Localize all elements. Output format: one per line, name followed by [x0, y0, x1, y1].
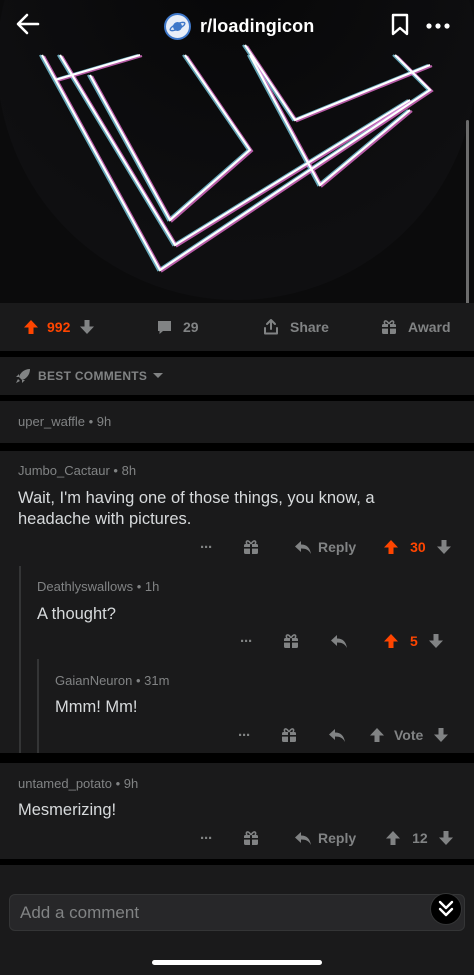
share-button[interactable]: Share: [262, 303, 329, 351]
share-icon: [264, 319, 278, 335]
more-icon[interactable]: ···: [238, 727, 251, 744]
vote-group: 992: [22, 303, 96, 351]
comment-actions: ··· 5: [240, 629, 445, 653]
back-arrow-icon[interactable]: [14, 10, 42, 38]
gift-icon[interactable]: [242, 538, 260, 556]
thread-line[interactable]: [19, 566, 21, 753]
comment-icon: [158, 320, 171, 334]
upvote-icon[interactable]: [22, 318, 40, 336]
more-options-icon[interactable]: [425, 22, 451, 30]
award-button[interactable]: Award: [380, 303, 451, 351]
gift-icon[interactable]: [242, 829, 260, 847]
upvote-icon[interactable]: [382, 538, 400, 556]
comment-actions: ··· Reply 30: [200, 535, 453, 559]
downvote-icon[interactable]: [435, 538, 453, 556]
double-chevron-down-icon: [438, 900, 454, 917]
award-label: Award: [408, 319, 451, 335]
subreddit-icon: [164, 12, 191, 40]
comment-age: 8h: [121, 463, 137, 478]
more-icon[interactable]: ···: [240, 633, 253, 650]
comment-text: A thought?: [37, 605, 116, 623]
comment-score: 5: [410, 633, 418, 649]
comment-meta: GaianNeuron • 31m: [55, 673, 170, 688]
downvote-icon[interactable]: [78, 318, 96, 336]
post-score: 992: [47, 319, 71, 335]
collapsed-comment[interactable]: uper_waffle • 9h: [0, 401, 474, 443]
comment-text: Mmm! Mm!: [55, 698, 138, 716]
vote-label: Vote: [394, 727, 424, 743]
post-action-bar: 992 29 Share Award: [0, 303, 474, 351]
comments-button[interactable]: 29: [156, 303, 199, 351]
gift-icon[interactable]: [280, 726, 298, 744]
upvote-icon[interactable]: [382, 632, 400, 650]
reply-icon[interactable]: [294, 830, 312, 846]
top-bar: r/loadingicon: [0, 0, 474, 52]
share-label: Share: [290, 319, 329, 335]
add-comment-input[interactable]: Add a comment: [9, 894, 465, 931]
downvote-icon[interactable]: [427, 632, 445, 650]
comment-meta: untamed_potato • 9h: [18, 776, 139, 791]
home-indicator: [152, 960, 322, 965]
more-icon[interactable]: ···: [200, 539, 213, 556]
comment-actions: ··· Vote: [238, 723, 450, 747]
comment-meta: Deathlyswallows • 1h: [37, 579, 160, 594]
reply-icon[interactable]: [330, 633, 348, 649]
comment-age: 1h: [144, 579, 160, 594]
comment-score: 12: [412, 830, 428, 846]
upvote-icon[interactable]: [368, 726, 386, 744]
reply-icon[interactable]: [294, 539, 312, 555]
comment-author[interactable]: Deathlyswallows: [37, 579, 133, 594]
sort-label: BEST COMMENTS: [38, 369, 148, 383]
comment-sort[interactable]: BEST COMMENTS: [0, 357, 474, 395]
subreddit-link[interactable]: r/loadingicon: [164, 12, 314, 40]
comment-score: 30: [410, 539, 426, 555]
comment-text: Mesmerizing!: [18, 801, 117, 819]
comment-actions: ··· Reply 12: [200, 826, 455, 850]
comment-age: 9h: [123, 776, 139, 791]
bookmark-icon[interactable]: [390, 13, 410, 37]
comment-meta: Jumbo_Cactaur • 8h: [18, 463, 137, 478]
more-icon[interactable]: ···: [200, 830, 213, 847]
reply-label[interactable]: Reply: [318, 539, 356, 555]
comment-age: 9h: [96, 414, 112, 429]
chevron-down-icon: [153, 373, 164, 378]
comment-author[interactable]: untamed_potato: [18, 776, 112, 791]
reply-label[interactable]: Reply: [318, 830, 356, 846]
comment-author[interactable]: GaianNeuron: [55, 673, 132, 688]
comment-thread: Jumbo_Cactaur • 8h Wait, I'm having one …: [0, 451, 474, 753]
comment-text: Wait, I'm having one of those things, yo…: [18, 489, 375, 528]
subreddit-name: r/loadingicon: [200, 15, 315, 36]
comment-count: 29: [183, 319, 199, 335]
downvote-icon[interactable]: [437, 829, 455, 847]
comment-meta: uper_waffle • 9h: [18, 414, 112, 429]
comment: untamed_potato • 9h Mesmerizing! ··· Rep…: [0, 763, 474, 859]
comment-author[interactable]: uper_waffle: [18, 414, 85, 429]
thread-line[interactable]: [37, 659, 39, 753]
rocket-icon: [16, 369, 30, 383]
comment-age: 31m: [144, 673, 170, 688]
add-comment-placeholder: Add a comment: [20, 903, 140, 922]
upvote-icon[interactable]: [384, 829, 402, 847]
comment-author[interactable]: Jumbo_Cactaur: [18, 463, 110, 478]
gift-icon[interactable]: [282, 632, 300, 650]
downvote-icon[interactable]: [432, 726, 450, 744]
collapse-threads-button[interactable]: [430, 893, 462, 925]
gift-icon: [382, 320, 396, 334]
reply-icon[interactable]: [328, 727, 346, 743]
